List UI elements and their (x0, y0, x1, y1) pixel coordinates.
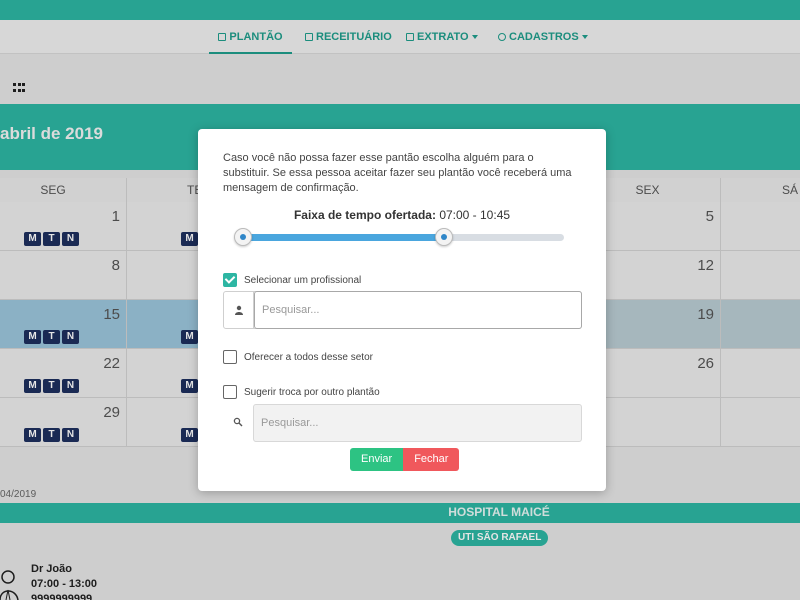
send-button[interactable]: Enviar (350, 448, 404, 471)
time-range-value: 07:00 - 10:45 (439, 208, 511, 222)
swap-search-icon (223, 404, 253, 440)
select-professional-option[interactable]: Selecionar um profissional (223, 272, 361, 288)
slider-fill (242, 234, 444, 241)
close-button[interactable]: Fechar (403, 448, 460, 471)
offer-all-option[interactable]: Oferecer a todos desse setor (223, 349, 373, 365)
time-range-label: Faixa de tempo ofertada: 07:00 - 10:45 (293, 208, 511, 222)
suggest-swap-checkbox[interactable] (223, 385, 237, 399)
swap-search-group (223, 404, 582, 442)
select-professional-checkbox[interactable] (223, 273, 237, 287)
slider-handle-end[interactable] (435, 228, 454, 246)
offer-all-checkbox[interactable] (223, 350, 237, 364)
slider-handle-start[interactable] (234, 228, 252, 246)
swap-search-input[interactable] (253, 404, 582, 442)
time-range-slider[interactable] (242, 234, 564, 241)
user-icon (224, 292, 254, 328)
modal-actions: Enviar Fechar (350, 448, 460, 471)
substitute-modal: Caso você não possa fazer esse pantão es… (198, 129, 606, 491)
modal-description: Caso você não possa fazer esse pantão es… (223, 152, 572, 194)
suggest-swap-option[interactable]: Sugerir troca por outro plantão (223, 384, 380, 400)
professional-search-group (223, 291, 582, 329)
professional-search-input[interactable] (254, 291, 582, 329)
